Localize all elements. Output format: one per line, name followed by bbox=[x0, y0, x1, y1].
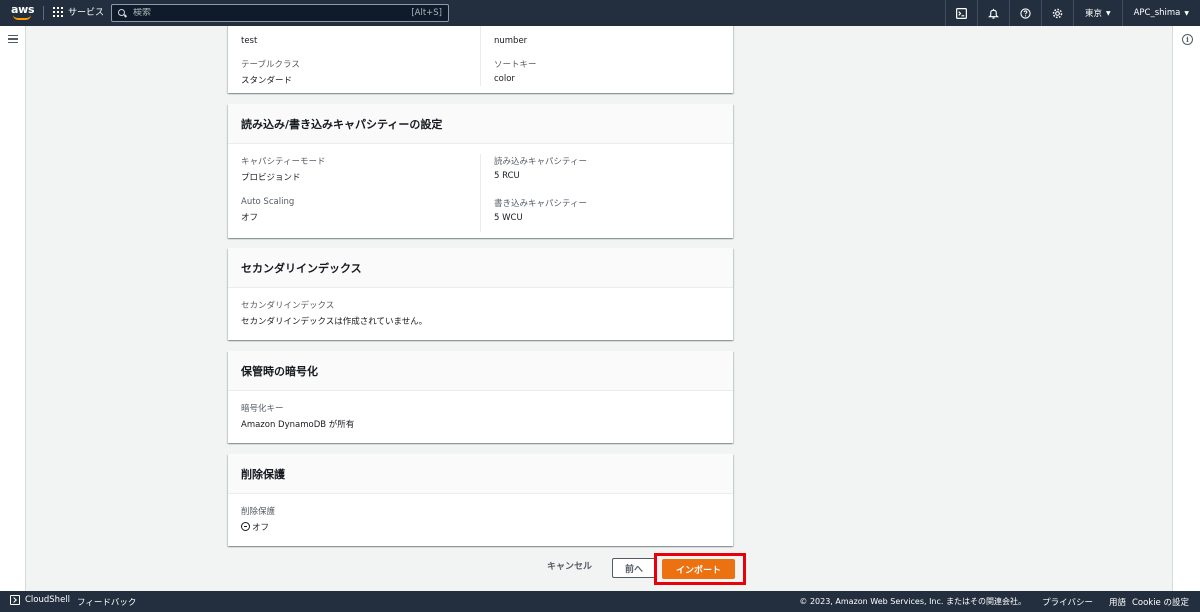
services-menu-button[interactable]: サービス bbox=[53, 5, 104, 18]
cancel-button[interactable]: キャンセル bbox=[547, 559, 592, 572]
top-navigation: aws サービス [Alt+S] 東京▼ APC_shima▼ bbox=[0, 0, 1200, 26]
read-capacity-label: 読み込みキャパシティー bbox=[494, 157, 587, 167]
encryption-card: 保管時の暗号化 暗号化キー Amazon DynamoDB が所有 bbox=[228, 351, 733, 443]
region-selector[interactable]: 東京 ▼ bbox=[1072, 0, 1122, 26]
row1-left-value: test bbox=[241, 36, 258, 46]
import-button-highlight: インポート bbox=[654, 553, 746, 585]
sort-key-field: ソートキー color bbox=[494, 58, 537, 84]
sort-key-label: ソートキー bbox=[494, 60, 537, 70]
caret-down-icon: ▼ bbox=[1105, 9, 1111, 17]
search-input[interactable] bbox=[133, 8, 412, 18]
deletion-protection-status: オフ bbox=[241, 521, 275, 533]
table-details-card: test number テーブルクラス スタンダード ソートキー color bbox=[228, 26, 733, 93]
secondary-index-value: セカンダリインデックスは作成されていません。 bbox=[241, 317, 428, 327]
account-menu[interactable]: APC_shima ▼ bbox=[1121, 0, 1200, 26]
deletion-protection-value: オフ bbox=[252, 523, 270, 533]
left-side-rail bbox=[0, 26, 26, 591]
aws-logo[interactable]: aws bbox=[10, 3, 35, 23]
privacy-link[interactable]: プライバシー bbox=[1042, 596, 1093, 608]
grid-icon bbox=[53, 6, 63, 17]
capacity-mode-value: プロビジョンド bbox=[241, 173, 301, 183]
encryption-key-label: 暗号化キー bbox=[241, 404, 284, 414]
bottom-bar: CloudShell フィードバック © 2023, Amazon Web Se… bbox=[0, 591, 1200, 612]
nav-divider bbox=[43, 6, 44, 20]
cloudshell-icon bbox=[955, 7, 967, 19]
partition-key-value: test bbox=[241, 32, 257, 46]
hamburger-menu-icon[interactable] bbox=[8, 35, 18, 43]
import-button[interactable]: インポート bbox=[662, 559, 735, 579]
encryption-key-field: 暗号化キー Amazon DynamoDB が所有 bbox=[241, 402, 354, 430]
partition-key-type: number bbox=[494, 32, 527, 46]
row1-right-value: number bbox=[494, 36, 528, 46]
table-class-field: テーブルクラス スタンダード bbox=[241, 58, 300, 86]
encryption-key-value: Amazon DynamoDB が所有 bbox=[241, 420, 355, 430]
search-shortcut-hint: [Alt+S] bbox=[411, 8, 442, 18]
settings-button[interactable] bbox=[1040, 0, 1073, 26]
cloudshell-button[interactable]: CloudShell bbox=[10, 595, 70, 605]
cloudshell-nav-button[interactable] bbox=[944, 0, 977, 26]
secondary-index-label: セカンダリインデックス bbox=[241, 301, 335, 311]
capacity-settings-card: 読み込み/書き込みキャパシティーの設定 キャパシティーモード プロビジョンド 読… bbox=[228, 104, 733, 238]
caret-down-icon: ▼ bbox=[1184, 9, 1189, 17]
capacity-card-title: 読み込み/書き込みキャパシティーの設定 bbox=[228, 104, 733, 144]
table-class-label: テーブルクラス bbox=[241, 60, 300, 70]
search-box[interactable]: [Alt+S] bbox=[111, 4, 449, 22]
auto-scaling-label: Auto Scaling bbox=[241, 197, 295, 207]
deletion-protection-card-title: 削除保護 bbox=[228, 454, 733, 494]
help-button[interactable] bbox=[1008, 0, 1041, 26]
sort-key-value: color bbox=[494, 74, 515, 84]
deletion-protection-card: 削除保護 削除保護 オフ bbox=[228, 454, 733, 546]
status-off-icon bbox=[241, 522, 250, 531]
column-divider bbox=[480, 26, 481, 86]
info-icon[interactable]: i bbox=[1182, 34, 1193, 45]
deletion-protection-field: 削除保護 オフ bbox=[241, 505, 275, 533]
auto-scaling-field: Auto Scaling オフ bbox=[241, 197, 294, 223]
right-side-rail: i bbox=[1172, 26, 1200, 591]
cloudshell-icon bbox=[10, 595, 20, 605]
services-label: サービス bbox=[68, 8, 105, 18]
terms-link[interactable]: 用語 bbox=[1109, 596, 1126, 608]
gear-icon bbox=[1052, 8, 1063, 18]
write-capacity-field: 書き込みキャパシティー 5 WCU bbox=[494, 197, 587, 223]
cookie-settings-link[interactable]: Cookie の設定 bbox=[1132, 596, 1189, 608]
auto-scaling-value: オフ bbox=[241, 213, 259, 223]
deletion-protection-label: 削除保護 bbox=[241, 507, 276, 517]
write-capacity-label: 書き込みキャパシティー bbox=[494, 199, 587, 209]
secondary-index-card: セカンダリインデックス セカンダリインデックス セカンダリインデックスは作成され… bbox=[228, 248, 733, 340]
table-class-value: スタンダード bbox=[241, 76, 293, 86]
nav-right-group: 東京 ▼ APC_shima ▼ bbox=[944, 0, 1200, 26]
region-label: 東京 bbox=[1084, 9, 1102, 19]
previous-button[interactable]: 前へ bbox=[612, 558, 656, 578]
help-icon bbox=[1020, 7, 1031, 19]
search-icon bbox=[118, 8, 127, 18]
copyright-text: © 2023, Amazon Web Services, Inc. またはその関… bbox=[799, 597, 1026, 606]
read-capacity-field: 読み込みキャパシティー 5 RCU bbox=[494, 155, 587, 181]
secondary-index-field: セカンダリインデックス セカンダリインデックスは作成されていません。 bbox=[241, 299, 427, 327]
secondary-index-card-title: セカンダリインデックス bbox=[228, 248, 733, 288]
write-capacity-value: 5 WCU bbox=[494, 213, 523, 223]
read-capacity-value: 5 RCU bbox=[494, 171, 520, 181]
bell-icon bbox=[987, 8, 999, 19]
account-name: APC_shima bbox=[1133, 8, 1181, 18]
form-actions: キャンセル 前へ インポート bbox=[26, 553, 1172, 585]
capacity-mode-field: キャパシティーモード プロビジョンド bbox=[241, 155, 326, 183]
feedback-link[interactable]: フィードバック bbox=[77, 596, 136, 608]
column-divider bbox=[480, 154, 481, 232]
cloudshell-label: CloudShell bbox=[25, 595, 71, 605]
notifications-button[interactable] bbox=[976, 0, 1009, 26]
capacity-mode-label: キャパシティーモード bbox=[241, 157, 326, 167]
encryption-card-title: 保管時の暗号化 bbox=[228, 351, 733, 391]
main-content: test number テーブルクラス スタンダード ソートキー color 読… bbox=[26, 26, 1172, 591]
aws-smile-icon bbox=[13, 15, 31, 20]
